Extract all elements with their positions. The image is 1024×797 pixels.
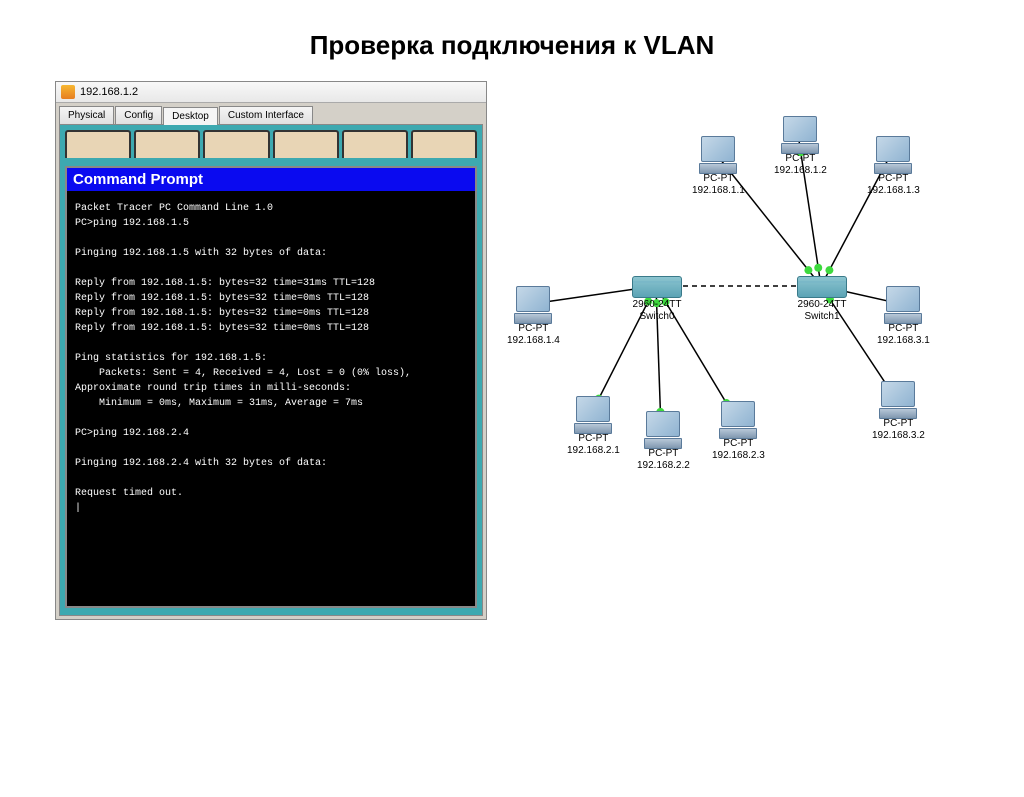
device-ip: 192.168.1.4 [507,335,560,346]
device-label: 2960-24TT [632,299,682,310]
device-label: PC-PT [692,173,745,184]
tab-desktop[interactable]: Desktop [163,107,218,125]
device-label: 2960-24TT [797,299,847,310]
switch-icon [632,276,682,298]
pc-window: 192.168.1.2 Physical Config Desktop Cust… [55,81,487,620]
device-label: PC-PT [872,418,925,429]
tab-body: Command Prompt Packet Tracer PC Command … [59,124,483,616]
pc-device[interactable]: PC-PT192.168.3.1 [877,286,930,346]
packet-tracer-icon [61,85,75,99]
device-label: PC-PT [637,448,690,459]
device-ip: Switch0 [632,311,682,322]
device-ip: 192.168.3.1 [877,335,930,346]
desktop-app-icon[interactable] [203,130,269,158]
device-label: PC-PT [712,438,765,449]
window-title-text: 192.168.1.2 [80,86,138,98]
pc-icon [513,286,553,322]
terminal-output[interactable]: Packet Tracer PC Command Line 1.0 PC>pin… [67,191,475,606]
desktop-app-icon[interactable] [273,130,339,158]
pc-icon [718,401,758,437]
pc-icon [878,381,918,417]
command-prompt-title: Command Prompt [67,168,475,191]
desktop-app-icon[interactable] [342,130,408,158]
window-titlebar[interactable]: 192.168.1.2 [56,82,486,103]
network-topology: PC-PT192.168.1.1PC-PT192.168.1.2PC-PT192… [497,81,969,620]
device-ip: 192.168.3.2 [872,430,925,441]
pc-icon [573,396,613,432]
device-label: PC-PT [867,173,920,184]
device-label: PC-PT [877,323,930,334]
desktop-app-icon[interactable] [134,130,200,158]
device-ip: 192.168.1.1 [692,185,745,196]
device-ip: 192.168.2.1 [567,445,620,456]
pc-device[interactable]: PC-PT192.168.2.2 [637,411,690,471]
device-ip: 192.168.2.2 [637,460,690,471]
tab-config[interactable]: Config [115,106,162,124]
device-ip: 192.168.1.2 [774,165,827,176]
device-ip: Switch1 [797,311,847,322]
switch-device[interactable]: 2960-24TTSwitch1 [797,276,847,322]
pc-device[interactable]: PC-PT192.168.1.3 [867,136,920,196]
device-label: PC-PT [507,323,560,334]
pc-icon [643,411,683,447]
page-title: Проверка подключения к VLAN [0,30,1024,61]
device-ip: 192.168.1.3 [867,185,920,196]
pc-device[interactable]: PC-PT192.168.2.3 [712,401,765,461]
device-label: PC-PT [774,153,827,164]
pc-device[interactable]: PC-PT192.168.1.4 [507,286,560,346]
pc-device[interactable]: PC-PT192.168.3.2 [872,381,925,441]
desktop-app-icon[interactable] [411,130,477,158]
pc-device[interactable]: PC-PT192.168.1.2 [774,116,827,176]
desktop-icons-row [65,130,477,158]
pc-icon [780,116,820,152]
switch-icon [797,276,847,298]
tabs-container: Physical Config Desktop Custom Interface [59,106,483,124]
pc-device[interactable]: PC-PT192.168.1.1 [692,136,745,196]
command-prompt-window: Command Prompt Packet Tracer PC Command … [65,166,477,608]
desktop-app-icon[interactable] [65,130,131,158]
device-ip: 192.168.2.3 [712,450,765,461]
tab-custom-interface[interactable]: Custom Interface [219,106,313,124]
pc-icon [883,286,923,322]
device-label: PC-PT [567,433,620,444]
tab-physical[interactable]: Physical [59,106,114,124]
pc-icon [698,136,738,172]
switch-device[interactable]: 2960-24TTSwitch0 [632,276,682,322]
pc-icon [873,136,913,172]
pc-device[interactable]: PC-PT192.168.2.1 [567,396,620,456]
